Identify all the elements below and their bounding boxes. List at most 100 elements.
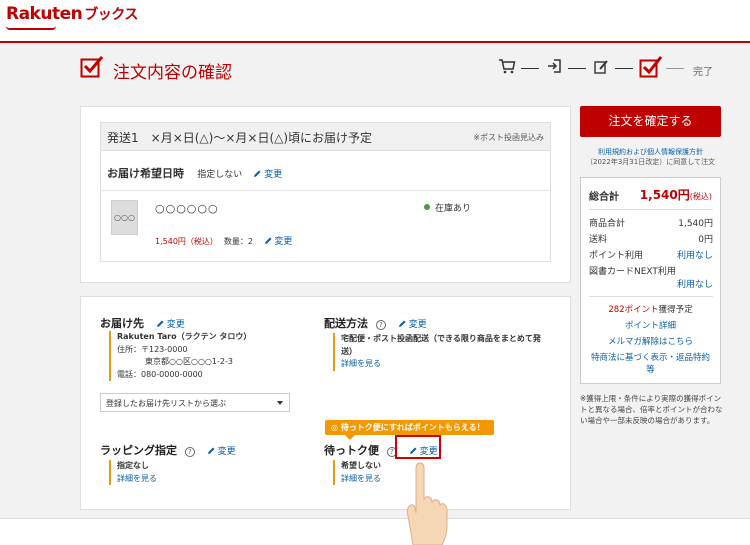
pencil-icon [156, 320, 164, 327]
mailmag-unsubscribe-link[interactable]: メルマガ解除はこちら [581, 336, 720, 348]
stock-label: 在庫あり [435, 204, 472, 214]
product-qty: 数量：2 [223, 237, 253, 246]
legal-line-1: 特商法に基づく表示・返品特約 [590, 353, 710, 363]
shipment-note: ※ポスト投函見込み [473, 133, 544, 142]
pencil-icon [207, 447, 215, 454]
current-step-check-icon [639, 56, 663, 78]
delivery-hope-row: お届け希望日時 指定しない 変更 [107, 165, 282, 181]
terms-link[interactable]: 利用規約および個人情報保護方針 [580, 147, 721, 157]
points-earned-value: 282ポイント [608, 305, 659, 315]
recipient-address: 東京都○○区○○○1-2-3 [145, 357, 233, 366]
shipment-title: 発送1 ×月×日(△)～×月×日(△)頃にお届け予定 [107, 131, 373, 145]
wait-edit-highlight-frame [395, 435, 441, 459]
delivery-hope-value: 指定しない [197, 170, 243, 180]
checkbox-checked-icon [80, 56, 104, 78]
edit-label: 変更 [264, 170, 283, 180]
recipient-phone: 電話：080-0000-0000 [117, 369, 203, 379]
points-detail-link[interactable]: ポイント詳細 [581, 320, 720, 332]
page-title: 注文内容の確認 [113, 63, 232, 83]
wrapping-title: ラッピング指定 ? 変更 [100, 442, 236, 458]
delivery-address-edit-link[interactable]: 変更 [156, 320, 185, 330]
step-connector [521, 68, 539, 69]
wrapping-details-link[interactable]: 詳細を見る [117, 473, 157, 486]
total-amount: 1,540円 [639, 188, 690, 202]
row-label: 図書カードNEXT利用 [589, 267, 676, 277]
order-summary: 総合計 1,540円(税込) 商品合計 1,540円 送料 0円 ポイント利用 利用な… [580, 177, 721, 384]
wrapping-value: 指定なし [117, 461, 149, 470]
edit-label: 変更 [217, 447, 236, 457]
wait-delivery-label: 待っトク便 [324, 444, 379, 457]
legal-notice-link[interactable]: 特商法に基づく表示・返品特約等 [581, 352, 720, 376]
chevron-down-icon [277, 401, 283, 405]
product-price-row: 1,540円（税込） 数量：2 変更 [155, 234, 292, 247]
points-footnote: ※獲得上限・条件により実際の獲得ポイントと異なる場合、倍率とポイントが合わない場… [580, 394, 723, 425]
pointing-hand-icon [406, 462, 448, 545]
pencil-icon [398, 320, 406, 327]
cart-icon [499, 59, 516, 74]
help-icon[interactable]: ? [184, 447, 195, 457]
step-connector [615, 68, 633, 69]
points-earned: 282ポイント獲得予定 [581, 304, 720, 316]
delivery-address-label: お届け先 [100, 317, 144, 330]
saved-address-select-text: 登録したお届け先リストから選ぶ [106, 399, 226, 408]
step-done-label: 完了 [693, 67, 713, 78]
delivery-address-title: お届け先 変更 [100, 315, 185, 331]
edit-label: 変更 [408, 320, 427, 330]
wrapping-info: 指定なし 詳細を見る [109, 460, 157, 485]
product-name[interactable]: ○○○○○○ [155, 202, 219, 215]
saved-address-select[interactable]: 登録したお届け先リストから選ぶ [100, 393, 290, 412]
in-stock-dot-icon [424, 204, 430, 210]
divider [101, 190, 550, 191]
row-value: 1,540円 [678, 219, 713, 229]
total-value: 1,540円(税込) [640, 186, 712, 203]
total-tax-note: (税込) [689, 192, 712, 201]
recipient-name: Rakuten Taro（ラクテン タロウ） [117, 332, 252, 341]
shipping-method-info: 宅配便・ポスト投函配送（できる限り商品をまとめて発 送） 詳細を見る [333, 333, 558, 371]
summary-row-points: ポイント利用 利用なし [589, 248, 713, 261]
logo-text: Rakuten [6, 4, 83, 24]
step-connector [568, 68, 586, 69]
logo-sub: ブックス [84, 7, 138, 23]
terms-agree-text: （2022年3月31日改定）に同意して注文 [586, 158, 715, 166]
delivery-hope-edit-link[interactable]: 変更 [253, 170, 282, 180]
product-edit-link[interactable]: 変更 [264, 237, 292, 247]
step-connector [666, 68, 684, 69]
pencil-icon [254, 170, 261, 177]
product-price: 1,540円（税込） [155, 237, 218, 246]
shipment-header: 発送1 ×月×日(△)～×月×日(△)頃にお届け予定 ※ポスト投函見込み [101, 123, 550, 151]
wrapping-label: ラッピング指定 [100, 444, 177, 457]
row-value-link[interactable]: 利用なし [677, 248, 713, 261]
order-steps: 完了 [498, 56, 728, 81]
wrapping-edit-link[interactable]: 変更 [207, 447, 236, 457]
confirm-order-button[interactable]: 注文を確定する [580, 106, 721, 137]
row-label: 商品合計 [589, 219, 626, 229]
legal-line-2: 等 [646, 365, 655, 375]
stock-status: 在庫あり [424, 201, 471, 214]
recipient-zip: 住所：〒123-0000 [117, 344, 188, 354]
rakuten-books-logo[interactable]: Rakuten ブックス [6, 4, 138, 24]
header-bar: Rakuten ブックス [0, 0, 750, 43]
delivery-address-block: Rakuten Taro（ラクテン タロウ） 住所：〒123-0000 東京都○… [109, 331, 251, 381]
pencil-icon [264, 237, 272, 244]
row-value-link[interactable]: 利用なし [677, 277, 713, 290]
wait-delivery-value: 希望しない [341, 461, 381, 470]
wait-delivery-details-link[interactable]: 詳細を見る [341, 473, 381, 486]
divider [589, 209, 713, 210]
shipping-method-title: 配送方法 ? 変更 [324, 315, 427, 331]
shipping-method-details-link[interactable]: 詳細を見る [341, 358, 558, 371]
product-thumbnail[interactable]: ○○○ [111, 200, 138, 235]
wait-delivery-info: 希望しない 詳細を見る [333, 460, 381, 485]
shipping-method-text-cont: 送） [341, 346, 357, 356]
coin-icon: ◎ [331, 423, 338, 432]
shipping-method-label: 配送方法 [324, 317, 368, 330]
summary-row-shipping: 送料 0円 [589, 232, 713, 245]
edit-form-icon [594, 60, 608, 74]
footer-strip [0, 518, 750, 545]
terms-text: 利用規約および個人情報保護方針 （2022年3月31日改定）に同意して注文 [580, 147, 721, 167]
help-icon[interactable]: ? [375, 320, 386, 330]
shipment-box: 発送1 ×月×日(△)～×月×日(△)頃にお届け予定 ※ポスト投函見込み お届け… [100, 122, 551, 262]
summary-row-bookcard: 図書カードNEXT利用 [589, 264, 713, 277]
wait-promo-banner: ◎ 待っトク便にすればポイントもらえる！ [325, 420, 494, 440]
summary-row-subtotal: 商品合計 1,540円 [589, 216, 713, 229]
shipping-method-edit-link[interactable]: 変更 [398, 320, 427, 330]
